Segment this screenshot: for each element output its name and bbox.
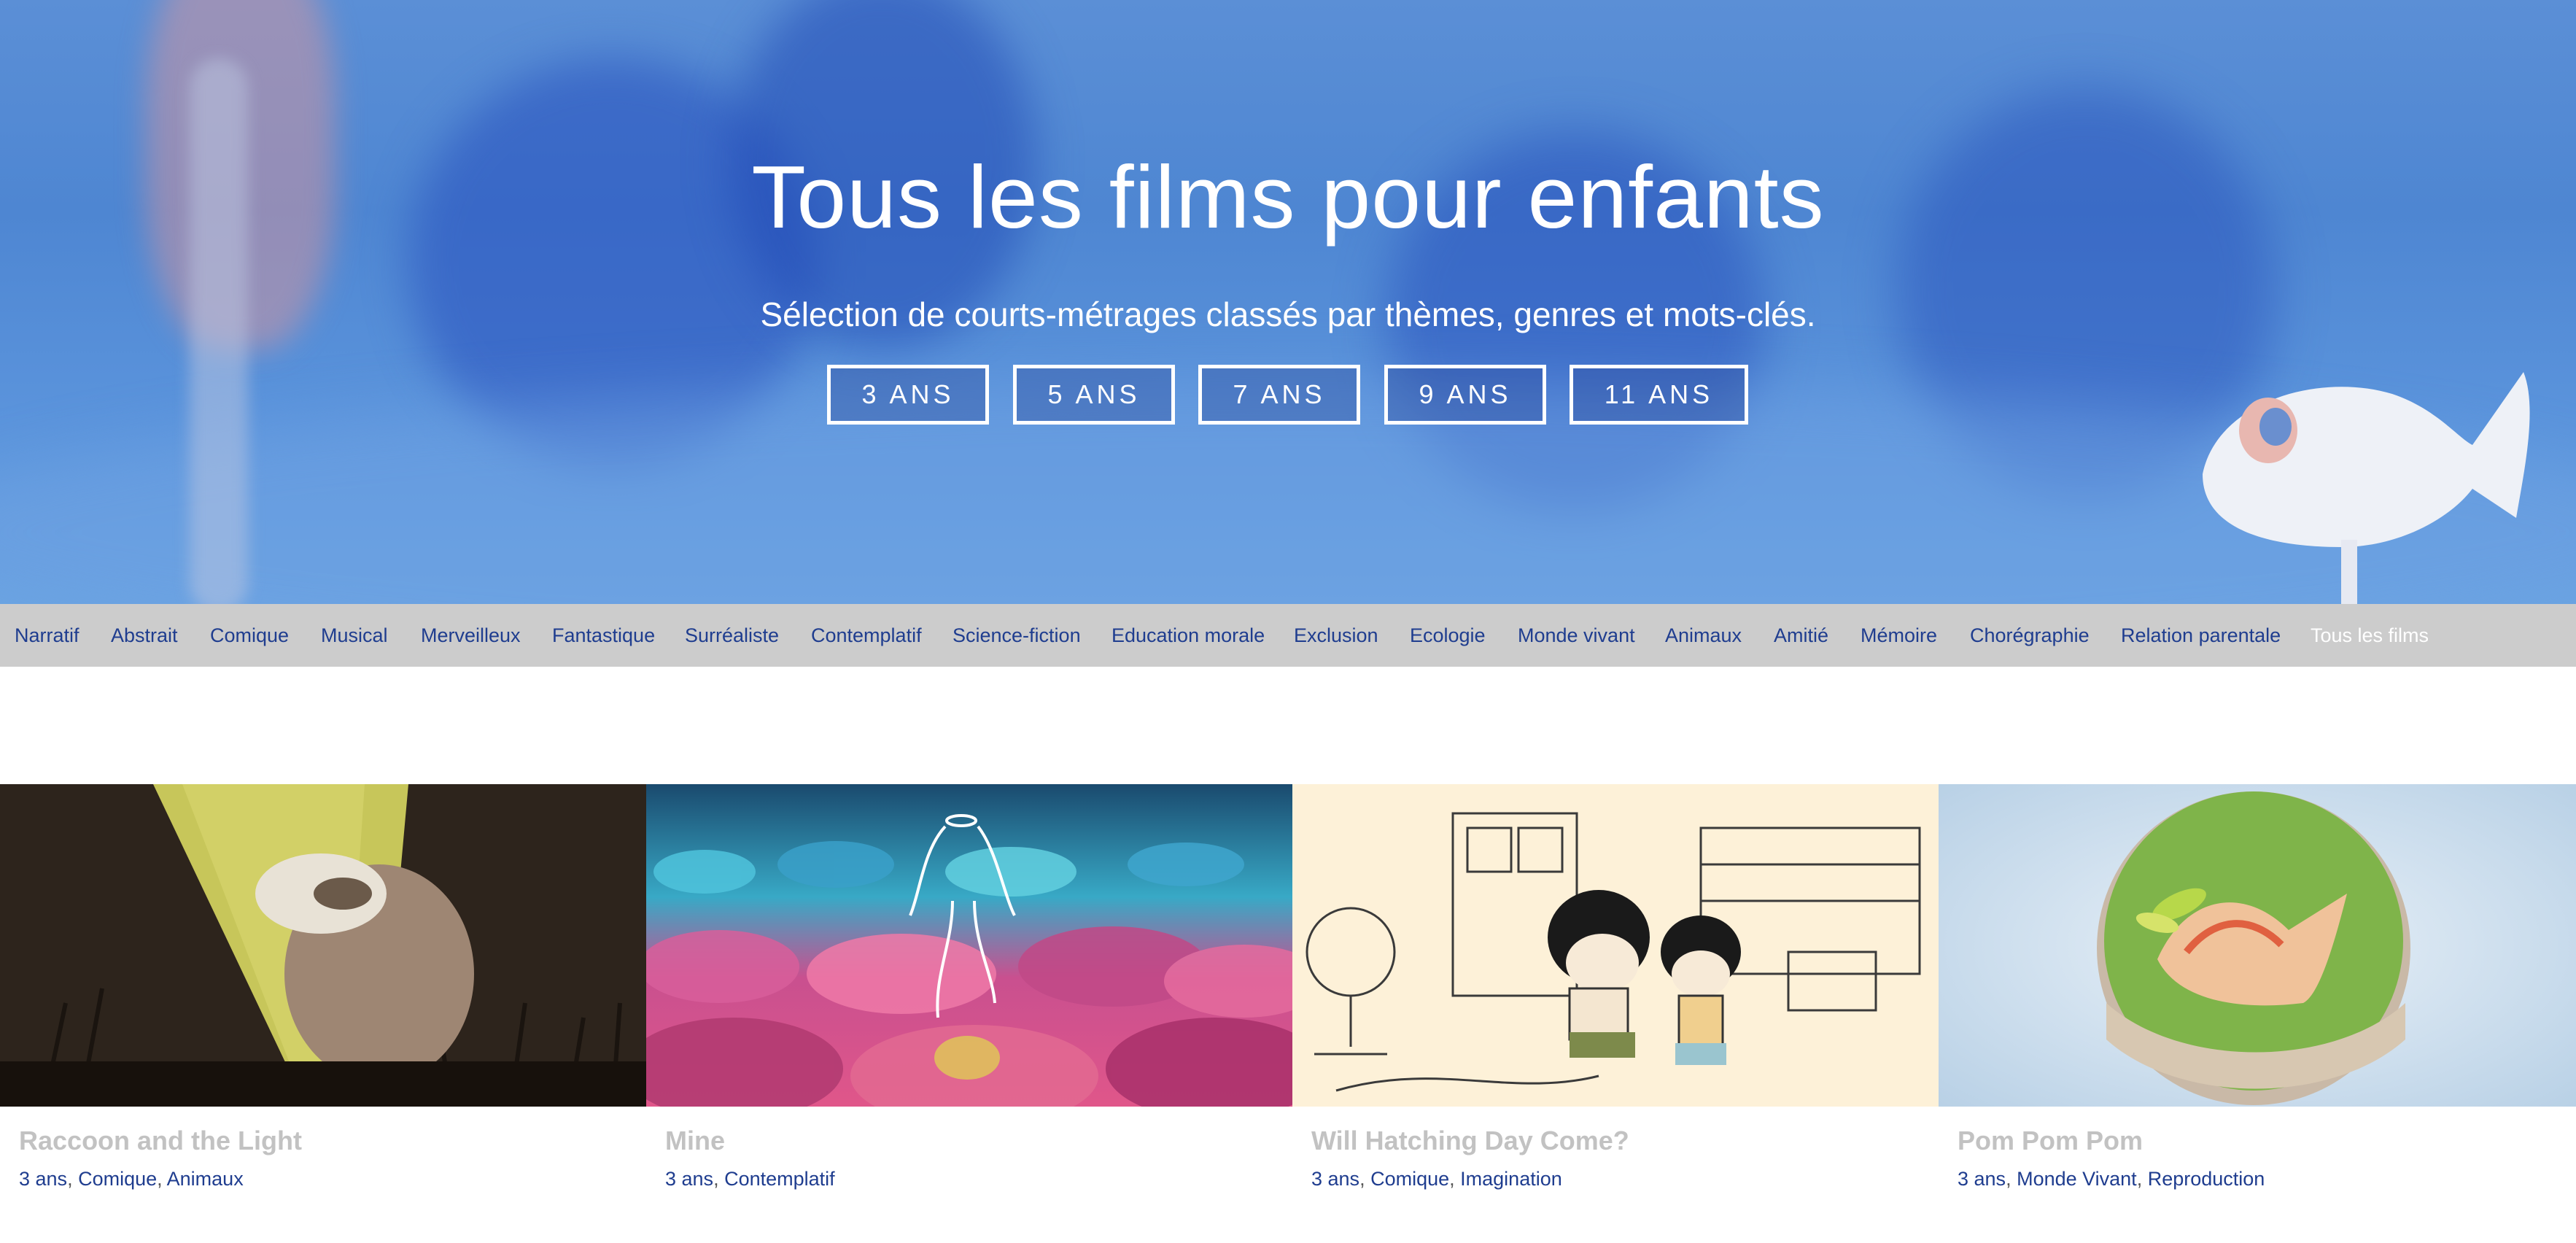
film-tags: 3 ans, Comique, Imagination [1311,1168,1562,1190]
category-monde-vivant[interactable]: Monde vivant [1518,604,1635,667]
category-relation-parentale[interactable]: Relation parentale [2121,604,2281,667]
category-science-fiction[interactable]: Science-fiction [953,604,1081,667]
film-thumbnail[interactable] [1292,784,1939,1107]
film-title[interactable]: Will Hatching Day Come? [1311,1126,1629,1156]
film-card[interactable]: Pom Pom Pom 3 ans, Monde Vivant, Reprodu… [1939,784,2576,1222]
age-button-7[interactable]: 7 ANS [1198,365,1360,425]
film-title[interactable]: Pom Pom Pom [1958,1126,2143,1156]
category-musical[interactable]: Musical [321,604,388,667]
age-button-9[interactable]: 9 ANS [1384,365,1546,425]
age-button-5[interactable]: 5 ANS [1013,365,1175,425]
film-tag[interactable]: 3 ans [665,1168,713,1190]
film-tag[interactable]: Reproduction [2148,1168,2265,1190]
category-fantastique[interactable]: Fantastique [552,604,655,667]
pom-pom-pom-thumbnail-image [1939,784,2576,1107]
film-tag[interactable]: 3 ans [19,1168,67,1190]
film-card[interactable]: Mine 3 ans, Contemplatif [646,784,1292,1222]
raccoon-thumbnail-image [0,784,646,1107]
category-nav: Narratif Abstrait Comique Musical Mervei… [0,604,2576,667]
category-education-morale[interactable]: Education morale [1112,604,1265,667]
category-ecologie[interactable]: Ecologie [1410,604,1486,667]
film-card[interactable]: Raccoon and the Light 3 ans, Comique, An… [0,784,646,1222]
film-card[interactable]: Will Hatching Day Come? 3 ans, Comique, … [1292,784,1939,1222]
mine-thumbnail-image [646,784,1292,1107]
film-tags: 3 ans, Contemplatif [665,1168,835,1190]
age-filter-group: 3 ANS 5 ANS 7 ANS 9 ANS 11 ANS [0,365,2576,425]
film-tag[interactable]: 3 ans [1311,1168,1359,1190]
film-tags: 3 ans, Monde Vivant, Reproduction [1958,1168,2265,1190]
film-tag[interactable]: Imagination [1460,1168,1562,1190]
page-subtitle: Sélection de courts-métrages classés par… [760,295,1816,333]
category-amitie[interactable]: Amitié [1774,604,1828,667]
hatching-day-thumbnail-image [1292,784,1939,1107]
film-thumbnail[interactable] [0,784,646,1107]
film-thumbnail[interactable] [1939,784,2576,1107]
category-comique[interactable]: Comique [210,604,289,667]
category-narratif[interactable]: Narratif [15,604,79,667]
category-exclusion[interactable]: Exclusion [1294,604,1378,667]
category-animaux[interactable]: Animaux [1665,604,1742,667]
category-merveilleux[interactable]: Merveilleux [421,604,521,667]
film-tags: 3 ans, Comique, Animaux [19,1168,244,1190]
category-abstrait[interactable]: Abstrait [111,604,178,667]
film-tag[interactable]: Comique [1370,1168,1449,1190]
category-surrealiste[interactable]: Surréaliste [685,604,779,667]
film-tag[interactable]: Comique [78,1168,157,1190]
film-tag[interactable]: Contemplatif [724,1168,835,1190]
hero-banner: Tous les films pour enfants Sélection de… [0,0,2576,604]
film-tag[interactable]: Animaux [167,1168,244,1190]
category-choregraphie[interactable]: Chorégraphie [1970,604,2090,667]
page-title: Tous les films pour enfants [751,147,1825,247]
age-button-11[interactable]: 11 ANS [1570,365,1748,425]
film-tag[interactable]: Monde Vivant [2017,1168,2137,1190]
film-title[interactable]: Raccoon and the Light [19,1126,302,1156]
age-button-3[interactable]: 3 ANS [827,365,989,425]
category-memoire[interactable]: Mémoire [1861,604,1937,667]
film-thumbnail[interactable] [646,784,1292,1107]
category-contemplatif[interactable]: Contemplatif [811,604,922,667]
film-title[interactable]: Mine [665,1126,725,1156]
category-tous-les-films[interactable]: Tous les films [2311,604,2429,667]
film-tag[interactable]: 3 ans [1958,1168,2006,1190]
